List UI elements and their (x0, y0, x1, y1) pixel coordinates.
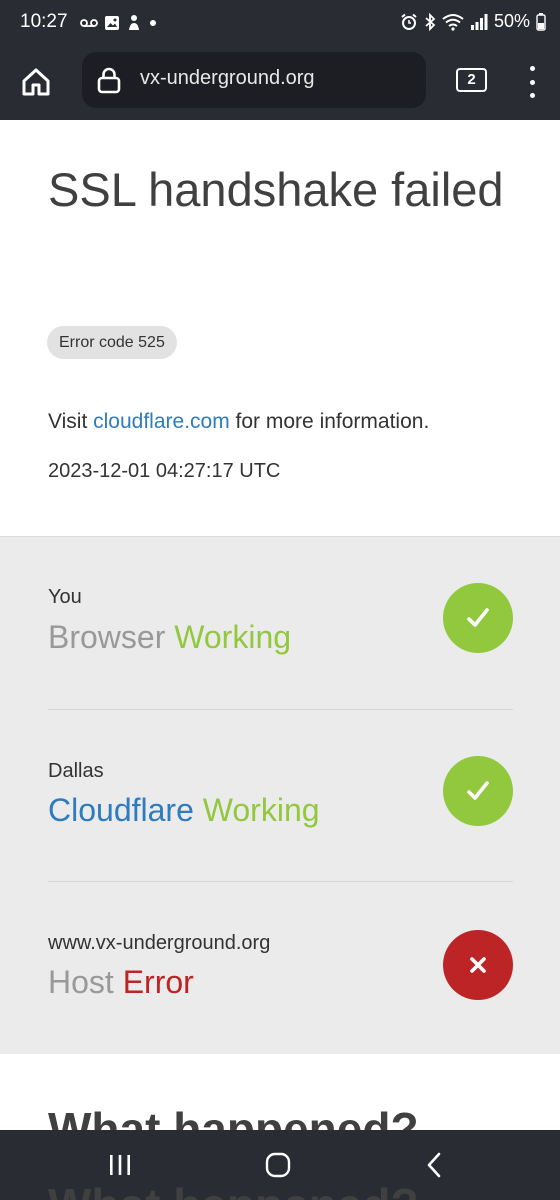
check-icon (443, 756, 513, 826)
url-text: vx-underground.org (140, 67, 315, 89)
row-status: Error (122, 964, 194, 1000)
visit-prefix: Visit (48, 410, 88, 433)
row-status: Working (174, 619, 292, 655)
status-row-cloudflare: Dallas Cloudflare Working (48, 709, 513, 881)
status-row-browser: You Browser Working (48, 537, 513, 709)
gallery-icon (104, 15, 120, 31)
row-name: Browser (48, 619, 166, 655)
status-bar: 10:27 50% (0, 0, 560, 46)
check-icon (443, 583, 513, 653)
row-status-line: Host Error (48, 964, 194, 1001)
row-location: www.vx-underground.org (48, 932, 271, 954)
home-circle-icon[interactable] (258, 1148, 298, 1182)
tab-switcher-button[interactable]: 2 (456, 68, 487, 92)
row-location: You (48, 586, 82, 608)
signal-icon (470, 13, 488, 30)
status-time: 10:27 (20, 11, 68, 32)
row-location: Dallas (48, 760, 104, 782)
what-happened-heading-repeat: What happened? (48, 1178, 419, 1200)
row-name: Cloudflare (48, 792, 194, 828)
alarm-icon (400, 13, 418, 31)
visit-suffix: for more information. (235, 410, 430, 433)
row-status-line: Cloudflare Working (48, 792, 320, 829)
status-left-icons (80, 12, 158, 34)
browser-toolbar: vx-underground.org 2 (0, 46, 560, 120)
recents-icon[interactable] (100, 1148, 140, 1182)
cloudflare-link[interactable]: cloudflare.com (93, 410, 230, 433)
error-code-badge: Error code 525 (47, 326, 177, 359)
notification-icon (126, 14, 142, 32)
status-row-host: www.vx-underground.org Host Error (48, 881, 513, 1053)
battery-percent: 50% (493, 11, 530, 31)
row-name: Host (48, 964, 114, 1000)
timestamp: 2023-12-01 04:27:17 UTC (48, 460, 281, 482)
wifi-icon (442, 13, 464, 31)
status-right-icons: 50% (400, 11, 546, 32)
row-status-line: Browser Working (48, 619, 291, 656)
dot-icon (148, 18, 158, 28)
address-bar[interactable]: vx-underground.org (82, 52, 426, 108)
row-status: Working (202, 792, 320, 828)
status-panel: You Browser Working Dallas Cloudflare Wo… (0, 536, 560, 1054)
error-x-icon (443, 930, 513, 1000)
bluetooth-icon (424, 12, 436, 31)
home-icon (22, 68, 50, 96)
battery-icon (536, 12, 546, 31)
page-title: SSL handshake failed (48, 163, 504, 216)
home-button[interactable] (16, 62, 56, 102)
back-icon[interactable] (414, 1148, 454, 1182)
more-options-icon[interactable] (522, 66, 542, 98)
lock-icon (96, 66, 122, 99)
voicemail-icon (80, 18, 98, 28)
visit-line: Visit cloudflare.com for more informatio… (48, 410, 429, 434)
